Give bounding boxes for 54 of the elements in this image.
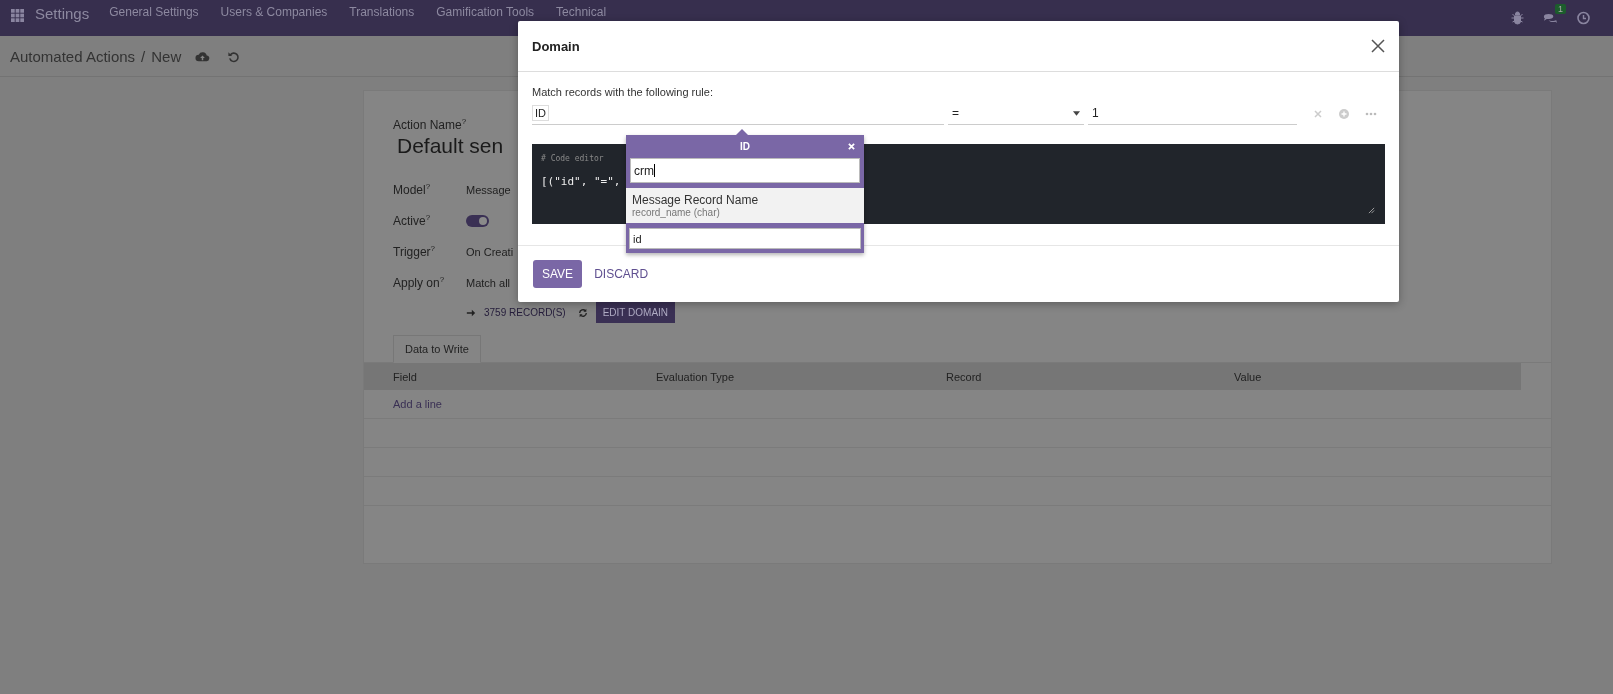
search-field[interactable]: crm [630, 158, 860, 183]
chat-icon[interactable] [1543, 11, 1558, 25]
refresh-icon[interactable] [577, 307, 588, 318]
dialog-title: Domain [532, 38, 580, 54]
edit-domain-button[interactable]: EDIT DOMAIN [595, 302, 676, 323]
save-button[interactable]: SAVE [533, 260, 583, 288]
code-comment: # Code editor [541, 154, 605, 163]
app-name[interactable]: Settings [35, 5, 90, 22]
more-icon[interactable] [1365, 111, 1377, 116]
column-header[interactable]: Field [393, 370, 656, 383]
field-label: Trigger$^{?}$ [393, 244, 437, 259]
nav-menu-item[interactable]: General Settings [109, 5, 199, 19]
arrow-right-icon [466, 307, 476, 318]
nav-menu-item[interactable]: Gamification Tools [436, 5, 535, 19]
path-input[interactable]: id [629, 228, 861, 249]
nav-menu-item[interactable]: Technical [556, 5, 607, 19]
field-selector[interactable]: ID [532, 102, 944, 125]
field-value[interactable]: Match all [466, 276, 511, 289]
cloud-upload-icon[interactable] [195, 49, 211, 63]
field-label: Action Name$^{?}$ [393, 117, 467, 132]
toggle-switch[interactable] [466, 214, 489, 227]
resize-handle-icon[interactable] [1368, 207, 1375, 214]
field-label: Model$^{?}$ [393, 182, 432, 197]
records-link[interactable]: 3759 RECORD(S) [484, 307, 566, 318]
action-name-field[interactable]: Default sen [397, 134, 504, 158]
value-input[interactable]: 1 [1088, 102, 1297, 125]
clock-icon[interactable] [1576, 11, 1591, 25]
field-value[interactable]: Message [466, 183, 511, 196]
bug-icon[interactable] [1510, 11, 1525, 25]
add-line-link[interactable]: Add a line [393, 398, 442, 410]
breadcrumb-link[interactable]: Automated Actions [10, 47, 136, 65]
option-name: Message Record Name [632, 193, 760, 207]
option-detail: record_name (char) [632, 207, 721, 218]
breadcrumb-current: New [151, 47, 182, 65]
discard-button[interactable]: DISCARD [588, 266, 655, 282]
field-label: Active$^{?}$ [393, 213, 432, 228]
column-header[interactable]: Evaluation Type [656, 370, 946, 383]
apps-menu-icon[interactable] [11, 9, 24, 22]
breadcrumb-separator: / [141, 47, 146, 65]
nav-menu-item[interactable]: Translations [349, 5, 415, 19]
operator-select[interactable]: = [948, 102, 1084, 125]
nav-menu-item[interactable]: Users & Companies [220, 5, 328, 19]
field-value[interactable]: On Creati [466, 245, 514, 258]
caret-icon [1073, 110, 1080, 116]
undo-icon[interactable] [226, 49, 242, 63]
notification-badge: 1 [1555, 4, 1566, 14]
column-header[interactable]: Record [946, 370, 1234, 383]
close-icon[interactable] [1371, 39, 1385, 53]
field-option[interactable]: Message Record Name record_name (char) [626, 188, 864, 223]
field-label: Apply on$^{?}$ [393, 275, 446, 290]
column-header[interactable]: Value [1234, 370, 1521, 383]
code-line: [("id", "=", [541, 175, 622, 188]
rule-label: Match records with the following rule: [532, 86, 714, 98]
notebook-tab[interactable]: Data to Write [393, 335, 481, 363]
